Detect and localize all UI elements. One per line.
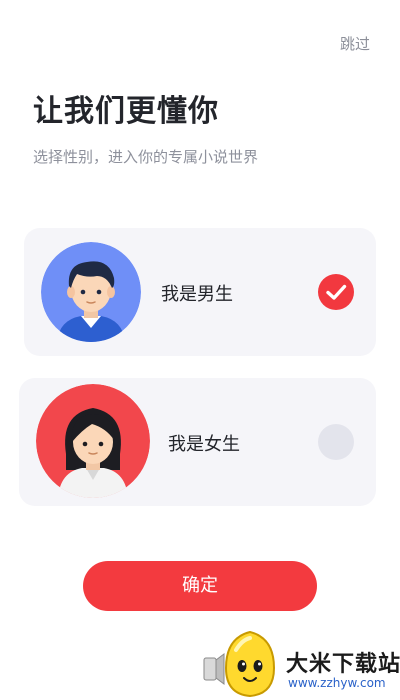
gender-option-male[interactable]: 我是男生 xyxy=(24,228,376,356)
gender-option-label: 我是女生 xyxy=(168,434,240,455)
gender-option-label: 我是男生 xyxy=(161,284,233,305)
page-title: 让我们更懂你 xyxy=(33,94,219,129)
rice-mascot-logo xyxy=(220,630,280,698)
skip-button[interactable]: 跳过 xyxy=(340,33,370,54)
watermark-url: www.zzhyw.com xyxy=(288,676,386,690)
gender-select-screen: 跳过 让我们更懂你 选择性别，进入你的专属小说世界 我是男生 我是女生 确定 大… xyxy=(0,0,400,700)
site-watermark: 大米下载站 www.zzhyw.com xyxy=(200,628,400,700)
watermark-site-name: 大米下载站 xyxy=(286,652,400,677)
selected-check-icon[interactable] xyxy=(318,274,354,310)
page-subtitle: 选择性别，进入你的专属小说世界 xyxy=(33,148,259,166)
confirm-button[interactable]: 确定 xyxy=(83,561,317,611)
male-avatar-icon xyxy=(41,242,141,342)
female-avatar-icon xyxy=(36,384,150,498)
gender-option-female[interactable]: 我是女生 xyxy=(19,378,376,506)
unselected-radio-icon[interactable] xyxy=(318,424,354,460)
